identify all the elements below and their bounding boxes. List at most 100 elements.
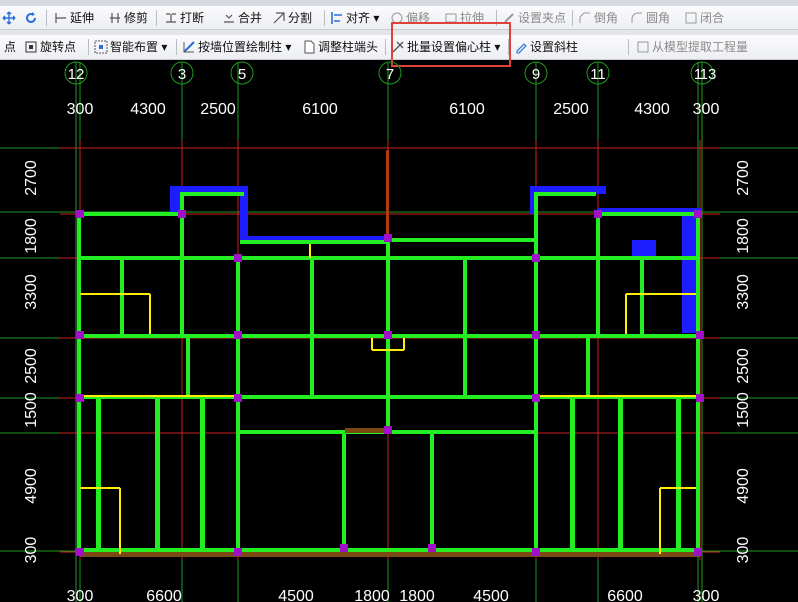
chamfer-button[interactable]: 倒角 (578, 9, 618, 27)
column (532, 394, 540, 402)
wall-segment (240, 240, 388, 244)
point-button[interactable]: 点 (4, 38, 16, 56)
column (532, 331, 540, 339)
wall-segment (388, 238, 536, 242)
column (696, 331, 704, 339)
dim-left: 300 (23, 537, 40, 564)
wall-segment (186, 338, 190, 396)
fillet-icon (631, 12, 642, 23)
column (234, 548, 242, 556)
column (76, 210, 84, 218)
set-inclined-button[interactable]: 设置斜柱 (514, 38, 578, 56)
wall-segment (96, 398, 101, 548)
chamfer-icon (579, 12, 590, 23)
dim-top: 2500 (200, 101, 236, 118)
column (384, 426, 392, 434)
close-shape-button[interactable]: 闭合 (684, 9, 724, 27)
wall-segment (388, 430, 538, 434)
wall-segment (388, 256, 538, 260)
merge-button[interactable]: 合并 (222, 9, 262, 27)
dim-left: 1800 (23, 218, 40, 254)
column (178, 210, 186, 218)
wall-segment (238, 256, 388, 260)
break-label: 打断 (180, 11, 205, 25)
extract-from-model-button[interactable]: 从模型提取工程量 (636, 38, 748, 56)
axis-label: 9 (532, 66, 540, 83)
break-button[interactable]: 打断 (164, 9, 204, 27)
rotate-point-label: 旋转点 (40, 40, 77, 54)
beam-bottom (80, 552, 700, 557)
wall-segment (463, 260, 467, 338)
dim-left: 2500 (23, 348, 40, 384)
wall-segment (236, 256, 240, 552)
extend-button[interactable]: 延伸 (54, 9, 94, 27)
wall-segment (310, 338, 314, 396)
pencil-icon (516, 43, 527, 54)
extract-icon (637, 41, 649, 53)
column (532, 254, 540, 262)
dim-left: 1500 (23, 392, 40, 428)
adjust-column-end-button[interactable]: 调整柱端头 (302, 38, 378, 56)
dim-left: 4900 (23, 468, 40, 504)
align-icon (331, 12, 342, 24)
beam-axis-7 (386, 150, 389, 240)
axis-label: 13 (700, 66, 717, 83)
drawing-canvas[interactable]: 12 3 5 7 9 11 113300 4300 2500 6100 6100 2500 4300 30… (0, 61, 798, 602)
column (694, 548, 702, 556)
wall-segment (570, 398, 575, 548)
split-button[interactable]: 分割 (272, 9, 312, 27)
column (234, 331, 242, 339)
draw-by-wall-icon (183, 41, 195, 53)
wall-segment (200, 398, 205, 548)
wall-segment (78, 212, 180, 216)
close-shape-label: 闭合 (700, 11, 725, 25)
wall-segment (536, 192, 596, 196)
fillet-button[interactable]: 圆角 (630, 9, 670, 27)
extend-label: 延伸 (70, 11, 95, 25)
wall-segment (120, 260, 124, 338)
wall-segment (342, 433, 346, 551)
dim-right: 300 (735, 537, 752, 564)
axis-label: 3 (178, 66, 186, 83)
smart-layout-button[interactable]: 智能布置 ▾ (94, 38, 167, 56)
wall-segment (640, 260, 644, 338)
dim-top: 300 (67, 101, 94, 118)
extract-from-model-label: 从模型提取工程量 (652, 40, 749, 54)
wall-segment (696, 212, 700, 552)
dim-right: 2700 (735, 160, 752, 196)
dim-bottom: 4500 (278, 588, 314, 602)
beam-middle (345, 428, 385, 433)
merge-icon (224, 14, 234, 23)
split-label: 分割 (288, 11, 313, 25)
wall-segment (534, 192, 538, 552)
trim-label: 修剪 (124, 11, 149, 25)
column (340, 544, 348, 552)
dim-bottom: 1800 (399, 588, 435, 602)
dim-bottom: 1800 (354, 588, 390, 602)
dim-right: 1500 (735, 392, 752, 428)
wall-segment (463, 338, 467, 396)
set-grip-label: 设置夹点 (518, 11, 567, 25)
axis-label: 12 (68, 66, 85, 83)
trim-button[interactable]: 修剪 (108, 9, 148, 27)
set-grip-button[interactable]: 设置夹点 (502, 9, 566, 27)
dim-left: 3300 (23, 274, 40, 310)
rotate-point-button[interactable]: 旋转点 (24, 38, 76, 56)
adjust-column-end-label: 调整柱端头 (318, 40, 379, 54)
dim-top: 6100 (302, 101, 338, 118)
wall-segment (78, 256, 238, 260)
move-icon[interactable] (2, 9, 18, 27)
dim-bottom: 300 (67, 588, 94, 602)
split-icon (273, 12, 285, 24)
align-button[interactable]: 对齐 ▾ (330, 9, 379, 27)
dim-right: 2500 (735, 348, 752, 384)
column (384, 331, 392, 339)
column (532, 548, 540, 556)
refresh-icon[interactable] (24, 9, 40, 27)
dim-right: 3300 (735, 274, 752, 310)
align-label: 对齐 (346, 11, 371, 25)
dim-top: 300 (693, 101, 720, 118)
draw-by-wall-button[interactable]: 按墙位置绘制柱 ▾ (182, 38, 291, 56)
wall-segment (586, 338, 590, 396)
dim-top: 2500 (553, 101, 589, 118)
